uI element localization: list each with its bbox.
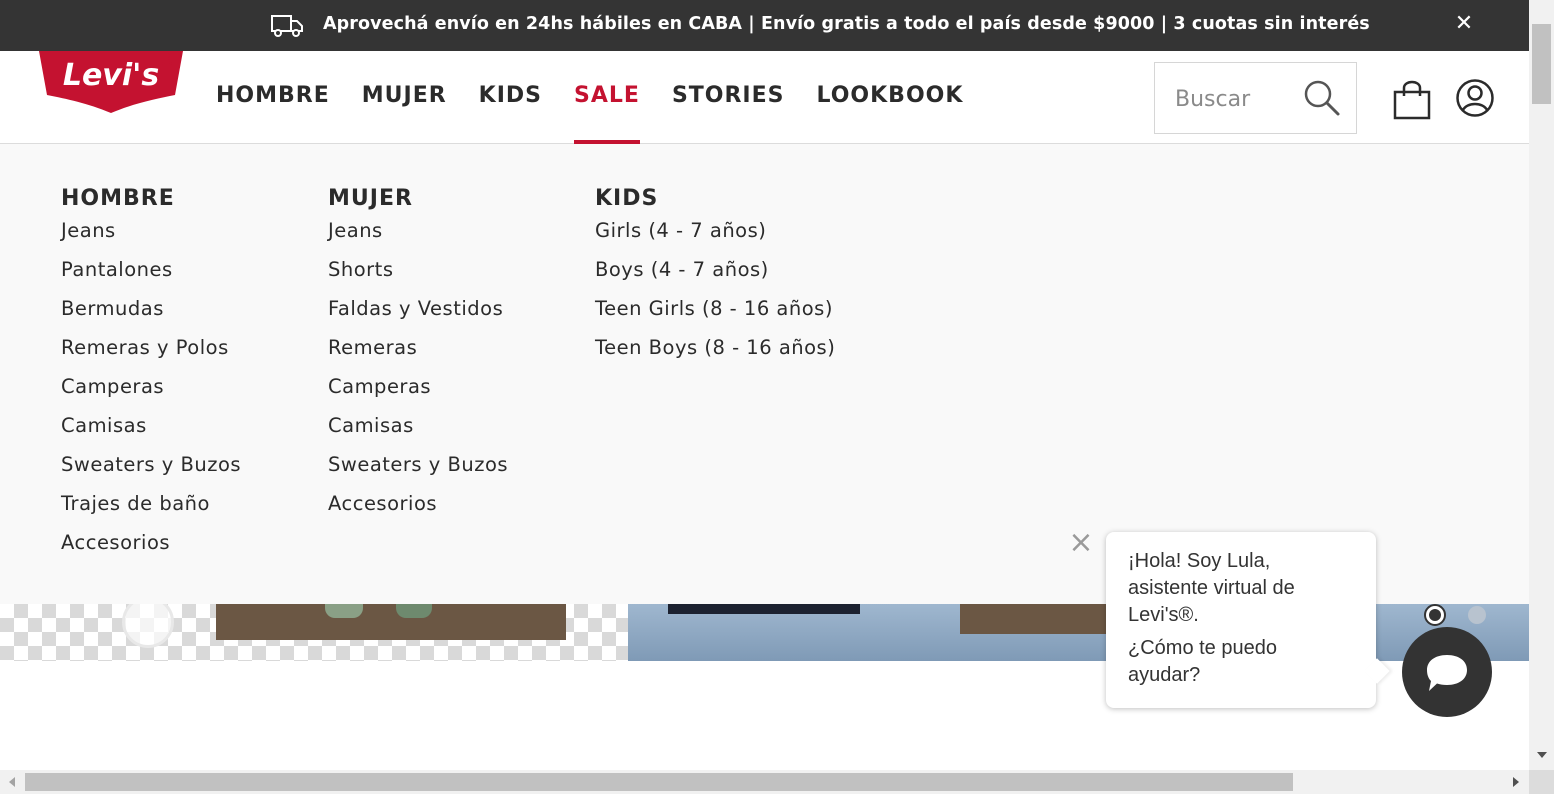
nav-hombre[interactable]: HOMBRE (216, 83, 330, 144)
carousel-dot-active[interactable] (1424, 604, 1446, 626)
menu-link[interactable]: Teen Girls (8 - 16 años) (595, 298, 835, 337)
menu-column-kids: KIDS Girls (4 - 7 años) Boys (4 - 7 años… (595, 186, 835, 376)
menu-link[interactable]: Camperas (61, 376, 241, 415)
carousel-dot[interactable] (1468, 606, 1486, 624)
menu-link[interactable]: Jeans (328, 220, 508, 259)
hero-image-shoe (325, 604, 363, 618)
chat-question: ¿Cómo te puedo ayudar? (1128, 637, 1277, 686)
vertical-scroll-thumb[interactable] (1532, 24, 1551, 104)
menu-link[interactable]: Bermudas (61, 298, 241, 337)
search-icon[interactable] (1303, 79, 1341, 117)
chat-close-icon[interactable]: × (1068, 528, 1094, 558)
menu-link[interactable]: Pantalones (61, 259, 241, 298)
scroll-down-arrow-icon[interactable] (1537, 752, 1547, 758)
menu-link[interactable]: Shorts (328, 259, 508, 298)
menu-link[interactable]: Camisas (61, 415, 241, 454)
chat-bubble-icon (1427, 655, 1467, 691)
menu-link[interactable]: Faldas y Vestidos (328, 298, 508, 337)
menu-link[interactable]: Sweaters y Buzos (328, 454, 508, 493)
scrollbar-corner (1529, 770, 1554, 794)
menu-column-title[interactable]: KIDS (595, 186, 835, 211)
promo-text: Aprovechá envío en 24hs hábiles en CABA … (323, 14, 1370, 34)
nav-lookbook[interactable]: LOOKBOOK (817, 83, 964, 144)
horizontal-scrollbar[interactable] (0, 770, 1529, 794)
search-input[interactable] (1175, 81, 1295, 117)
menu-link[interactable]: Remeras y Polos (61, 337, 241, 376)
hero-image-ground (216, 604, 566, 640)
hero-image-detail (668, 604, 860, 614)
truck-icon (271, 15, 303, 37)
menu-column-mujer: MUJER Jeans Shorts Faldas y Vestidos Rem… (328, 186, 508, 532)
menu-link[interactable]: Girls (4 - 7 años) (595, 220, 835, 259)
hero-image-shoe (396, 604, 432, 618)
main-nav: HOMBRE MUJER KIDS SALE STORIES LOOKBOOK (216, 83, 995, 144)
site-header: Levi's R HOMBRE MUJER KIDS SALE STORIES … (0, 51, 1529, 144)
hero-image-ground (960, 604, 1110, 634)
menu-link[interactable]: Trajes de baño (61, 493, 241, 532)
menu-link[interactable]: Accesorios (328, 493, 508, 532)
user-account-icon[interactable] (1455, 78, 1495, 118)
levis-logo[interactable]: Levi's R (35, 51, 187, 113)
search-box (1154, 62, 1357, 134)
menu-link[interactable]: Jeans (61, 220, 241, 259)
menu-column-hombre: HOMBRE Jeans Pantalones Bermudas Remeras… (61, 186, 241, 571)
chat-greeting-bubble: ¡Hola! Soy Lula, asistente virtual de Le… (1106, 532, 1376, 708)
nav-kids[interactable]: KIDS (479, 83, 542, 144)
horizontal-scroll-thumb[interactable] (25, 773, 1293, 791)
svg-text:Levi's: Levi's (63, 58, 159, 93)
menu-link[interactable]: Sweaters y Buzos (61, 454, 241, 493)
menu-link[interactable]: Teen Boys (8 - 16 años) (595, 337, 835, 376)
chat-launcher-button[interactable] (1402, 627, 1492, 717)
vertical-scrollbar[interactable] (1529, 0, 1554, 770)
menu-link[interactable]: Boys (4 - 7 años) (595, 259, 835, 298)
menu-link[interactable]: Camisas (328, 415, 508, 454)
menu-link[interactable]: Remeras (328, 337, 508, 376)
menu-column-title[interactable]: HOMBRE (61, 186, 241, 211)
nav-mujer[interactable]: MUJER (362, 83, 447, 144)
promo-bar: Aprovechá envío en 24hs hábiles en CABA … (0, 0, 1529, 51)
shopping-bag-icon[interactable] (1392, 78, 1432, 120)
menu-link[interactable]: Camperas (328, 376, 508, 415)
nav-stories[interactable]: STORIES (672, 83, 785, 144)
nav-sale[interactable]: SALE (574, 83, 640, 144)
menu-column-title[interactable]: MUJER (328, 186, 508, 211)
menu-link[interactable]: Accesorios (61, 532, 241, 571)
promo-close-icon[interactable]: ✕ (1452, 12, 1476, 36)
scroll-right-arrow-icon[interactable] (1513, 777, 1519, 787)
svg-text:R: R (163, 51, 171, 65)
scroll-left-arrow-icon[interactable] (9, 777, 15, 787)
chat-greeting: ¡Hola! Soy Lula, asistente virtual de Le… (1128, 550, 1295, 626)
